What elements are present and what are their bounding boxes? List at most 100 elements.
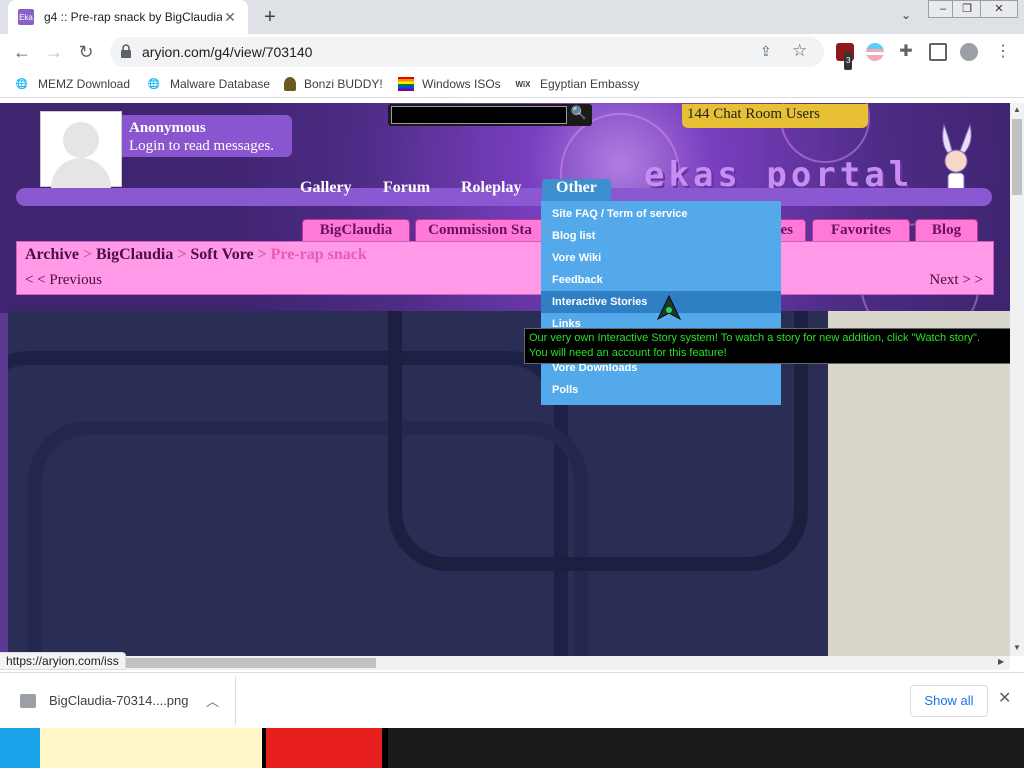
tab-bigclaudia[interactable]: BigClaudia xyxy=(302,219,410,241)
breadcrumb-archive[interactable]: Archive xyxy=(25,246,79,263)
user-info-box[interactable]: Anonymous Login to read messages. xyxy=(122,115,292,157)
address-bar[interactable]: aryion.com/g4/view/703140 ⇪ ☆ xyxy=(110,37,824,67)
chevron-up-icon[interactable]: ︿ xyxy=(206,691,219,710)
bookmark-egyptian-embassy[interactable]: WiX Egyptian Embassy xyxy=(514,75,639,93)
scroll-thumb[interactable] xyxy=(120,658,376,668)
username: Anonymous xyxy=(129,120,206,136)
profile-avatar-icon[interactable] xyxy=(960,43,978,61)
browser-tab[interactable]: Eka g4 :: Pre-rap snack by BigClaudia ✕ xyxy=(8,0,248,34)
site-search: 🔍 xyxy=(388,104,592,126)
breadcrumb-box: Archive > BigClaudia > Soft Vore > Pre-r… xyxy=(16,241,994,295)
breadcrumb-user[interactable]: BigClaudia xyxy=(96,246,173,263)
share-icon[interactable]: ⇪ xyxy=(760,43,772,60)
tab-search-chevron-icon[interactable]: ⌄ xyxy=(896,8,916,28)
color-block xyxy=(266,728,382,768)
rainbow-flag-icon xyxy=(398,77,414,91)
close-shelf-icon[interactable]: ✕ xyxy=(998,688,1011,708)
bookmark-label: Windows ISOs xyxy=(422,77,501,91)
breadcrumb-separator: > xyxy=(257,246,267,263)
login-prompt[interactable]: Login to read messages. xyxy=(129,137,285,155)
breadcrumb: Archive > BigClaudia > Soft Vore > Pre-r… xyxy=(25,246,367,264)
menu-item-feedback[interactable]: Feedback xyxy=(541,269,781,291)
tab-commission-status[interactable]: Commission Sta xyxy=(415,219,545,241)
globe-icon: 🌐 xyxy=(147,78,161,90)
show-all-button[interactable]: Show all xyxy=(910,685,988,717)
window-close-button[interactable]: ✕ xyxy=(980,0,1018,18)
downloads-shelf: BigClaudia-70314....png ︿ Show all ✕ xyxy=(0,672,1024,728)
bonzi-gorilla-icon xyxy=(284,77,296,91)
chat-room-users-badge[interactable]: 144 Chat Room Users xyxy=(682,104,868,128)
status-url: https://aryion.com/iss xyxy=(0,652,126,670)
download-filename: BigClaudia-70314....png xyxy=(49,693,189,708)
tooltip-line: Our very own Interactive Story system! T… xyxy=(529,332,981,344)
lock-icon xyxy=(121,44,131,58)
page-viewport: Anonymous Login to read messages. 🔍 144 … xyxy=(0,103,1010,656)
menu-item-blog-list[interactable]: Blog list xyxy=(541,225,781,247)
back-arrow-icon[interactable]: ← xyxy=(10,40,34,64)
avatar-head xyxy=(63,122,99,158)
scroll-down-arrow-icon[interactable]: ▼ xyxy=(1013,643,1021,652)
nav-other[interactable]: Other xyxy=(542,179,611,201)
color-block xyxy=(40,728,262,768)
nav-forum[interactable]: Forum xyxy=(383,179,430,201)
tab-close-icon[interactable]: ✕ xyxy=(222,9,238,26)
user-avatar[interactable] xyxy=(40,111,122,188)
vertical-scrollbar[interactable]: ▲ ▼ xyxy=(1010,103,1024,656)
bookmark-label: MEMZ Download xyxy=(38,77,131,91)
search-input[interactable] xyxy=(391,106,567,124)
scroll-thumb[interactable] xyxy=(1012,119,1022,195)
site-favicon-icon: Eka xyxy=(18,9,34,25)
bookmark-bonzi[interactable]: Bonzi BUDDY! xyxy=(284,75,383,93)
scroll-right-arrow-icon[interactable]: ▶ xyxy=(998,657,1004,666)
horizontal-scrollbar[interactable]: ▶ xyxy=(0,656,1010,670)
tooltip-line: You will need an account for this featur… xyxy=(529,347,727,359)
search-icon[interactable]: 🔍 xyxy=(569,105,589,125)
menu-item-vore-wiki[interactable]: Vore Wiki xyxy=(541,247,781,269)
bookmark-label: Bonzi BUDDY! xyxy=(304,77,383,91)
tab-blog[interactable]: Blog xyxy=(915,219,978,241)
new-tab-button[interactable]: + xyxy=(258,6,282,28)
bookmark-malware-db[interactable]: 🌐 Malware Database xyxy=(146,75,270,93)
tooltip: Our very own Interactive Story system! T… xyxy=(524,328,1010,364)
browser-toolbar: ← → ↻ aryion.com/g4/view/703140 ⇪ ☆ 3 ✚ … xyxy=(0,34,1024,70)
wix-icon: WiX xyxy=(515,79,531,89)
ublock-extension-icon[interactable]: 3 xyxy=(836,43,854,70)
breadcrumb-folder[interactable]: Soft Vore xyxy=(190,246,253,263)
bookmark-label: Egyptian Embassy xyxy=(540,77,640,91)
cursor-icon xyxy=(656,295,682,321)
restore-button[interactable]: ❐ xyxy=(952,0,982,18)
extension-badge: 3 xyxy=(844,52,853,70)
bookmarks-bar: 🌐 MEMZ Download 🌐 Malware Database Bonzi… xyxy=(0,70,1024,98)
next-link[interactable]: Next > > xyxy=(929,272,983,289)
tab-strip: Eka g4 :: Pre-rap snack by BigClaudia ✕ … xyxy=(0,0,1024,34)
breadcrumb-separator: > xyxy=(177,246,187,263)
bookmark-memz[interactable]: 🌐 MEMZ Download xyxy=(14,75,130,93)
reload-icon[interactable]: ↻ xyxy=(74,40,98,64)
bottom-content-strip xyxy=(0,728,1024,768)
forward-arrow-icon[interactable]: → xyxy=(42,40,66,64)
color-block xyxy=(382,728,388,768)
download-item[interactable]: BigClaudia-70314....png ︿ xyxy=(14,677,236,725)
url-text: aryion.com/g4/view/703140 xyxy=(142,44,313,60)
avatar-body xyxy=(51,158,111,188)
pride-extension-icon[interactable] xyxy=(866,43,884,61)
tab-title: g4 :: Pre-rap snack by BigClaudia xyxy=(44,10,222,24)
extensions-puzzle-icon[interactable]: ✚ xyxy=(897,43,915,61)
nav-gallery[interactable]: Gallery xyxy=(300,179,352,201)
image-file-icon xyxy=(20,694,36,708)
globe-icon: 🌐 xyxy=(15,78,29,90)
bookmark-windows-isos[interactable]: Windows ISOs xyxy=(398,75,501,93)
menu-item-polls[interactable]: Polls xyxy=(541,379,781,401)
previous-link[interactable]: < < Previous xyxy=(25,272,102,289)
bookmark-star-icon[interactable]: ☆ xyxy=(792,41,807,61)
menu-item-site-faq[interactable]: Site FAQ / Term of service xyxy=(541,203,781,225)
breadcrumb-current: Pre-rap snack xyxy=(270,246,367,263)
color-block xyxy=(0,728,40,768)
scroll-up-arrow-icon[interactable]: ▲ xyxy=(1013,105,1021,114)
breadcrumb-separator: > xyxy=(82,246,92,263)
menu-kebab-icon[interactable]: ⋮ xyxy=(994,43,1012,61)
bookmark-label: Malware Database xyxy=(170,77,271,91)
tab-favorites[interactable]: Favorites xyxy=(812,219,910,241)
nav-roleplay[interactable]: Roleplay xyxy=(461,179,521,201)
side-panel-icon[interactable] xyxy=(929,43,947,61)
